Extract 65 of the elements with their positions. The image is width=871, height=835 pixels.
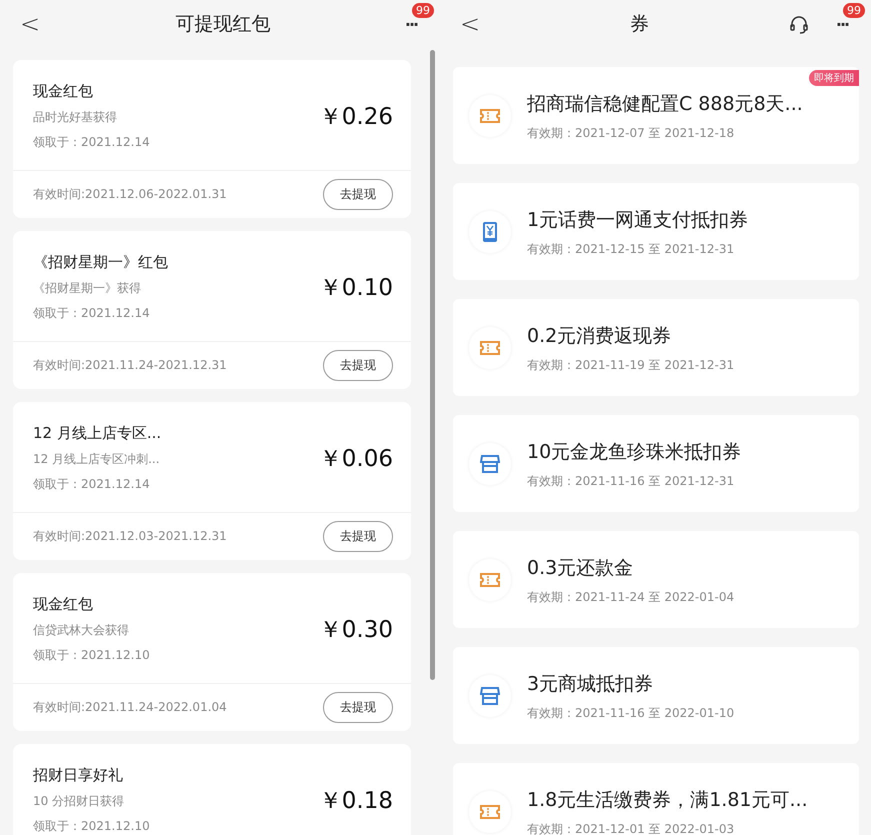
page-title: 可提现红包 bbox=[174, 12, 272, 37]
notification-badge: 99 bbox=[412, 3, 434, 18]
coupon-card[interactable]: 1.8元生活缴费券，满1.81元可... 有效期：2021-12-01 至 2022-01-03 bbox=[453, 763, 859, 835]
packet-name: 招财日享好礼 bbox=[33, 766, 124, 785]
scrollbar-thumb[interactable] bbox=[430, 50, 434, 680]
received-date: 领取于：2021.12.14 bbox=[33, 476, 151, 493]
validity-period: 有效期：2021-12-15 至 2021-12-31 bbox=[527, 241, 736, 258]
ticket-icon bbox=[480, 108, 500, 124]
validity-period: 有效时间:2021.12.06-2022.01.31 bbox=[33, 186, 227, 203]
validity-period: 有效期：2021-11-16 至 2021-12-31 bbox=[527, 473, 736, 490]
coupon-name: 招商瑞信稳健配置C 888元8天... bbox=[527, 92, 803, 117]
page-title: 券 bbox=[629, 12, 650, 37]
back-button[interactable]: < bbox=[460, 10, 490, 38]
coupon-name: 0.3元还款金 bbox=[527, 556, 634, 581]
coupon-card[interactable]: 3元商城抵扣券 有效期：2021-11-16 至 2022-01-10 bbox=[453, 647, 859, 744]
packet-amount: ￥0.18 bbox=[318, 787, 393, 816]
back-button[interactable]: < bbox=[20, 10, 50, 38]
packet-source: 10 分招财日获得 bbox=[33, 793, 126, 810]
received-date: 领取于：2021.12.14 bbox=[33, 134, 151, 151]
validity-period: 有效时间:2021.11.24-2021.12.31 bbox=[33, 357, 227, 374]
packet-name: 现金红包 bbox=[33, 595, 94, 614]
withdraw-button[interactable]: 去提现 bbox=[323, 179, 393, 210]
coupon-name: 1.8元生活缴费券，满1.81元可... bbox=[527, 788, 808, 813]
headset-icon[interactable] bbox=[789, 14, 809, 34]
expiring-tag: 即将到期 bbox=[809, 70, 859, 86]
coupon-name: 10元金龙鱼珍珠米抵扣券 bbox=[527, 440, 742, 465]
withdraw-button[interactable]: 去提现 bbox=[323, 350, 393, 381]
store-icon bbox=[480, 454, 500, 472]
packet-name: 现金红包 bbox=[33, 82, 94, 101]
coupon-name: 3元商城抵扣券 bbox=[527, 672, 654, 697]
packet-source: 12 月线上店专区冲刺... bbox=[33, 451, 161, 468]
store-icon bbox=[480, 686, 500, 704]
coupon-card[interactable]: 0.3元还款金 有效期：2021-11-24 至 2022-01-04 bbox=[453, 531, 859, 628]
withdraw-button[interactable]: 去提现 bbox=[323, 692, 393, 723]
coupon-card[interactable]: 1元话费一网通支付抵扣券 有效期：2021-12-15 至 2021-12-31 bbox=[453, 183, 859, 280]
received-date: 领取于：2021.12.10 bbox=[33, 647, 151, 664]
received-date: 领取于：2021.12.14 bbox=[33, 305, 151, 322]
coupon-name: 0.2元消费返现券 bbox=[527, 324, 672, 349]
ticket-icon bbox=[480, 340, 500, 356]
packet-name: 12 月线上店专区... bbox=[33, 424, 162, 443]
coupon-card[interactable]: 0.2元消费返现券 有效期：2021-11-19 至 2021-12-31 bbox=[453, 299, 859, 396]
packet-source: 信贷武林大会获得 bbox=[33, 622, 130, 639]
validity-period: 有效期：2021-12-07 至 2021-12-18 bbox=[527, 125, 736, 142]
packet-name: 《招财星期一》红包 bbox=[33, 253, 169, 272]
validity-period: 有效时间:2021.12.03-2021.12.31 bbox=[33, 528, 227, 545]
packet-source: 《招财星期一》获得 bbox=[33, 280, 142, 297]
packet-amount: ￥0.06 bbox=[318, 445, 393, 474]
coupon-name: 1元话费一网通支付抵扣券 bbox=[527, 208, 748, 233]
packet-source: 品时光好基获得 bbox=[33, 109, 118, 126]
validity-period: 有效期：2021-12-01 至 2022-01-03 bbox=[527, 821, 736, 835]
packet-amount: ￥0.26 bbox=[318, 103, 393, 132]
validity-period: 有效期：2021-11-16 至 2022-01-10 bbox=[527, 705, 734, 722]
packet-amount: ￥0.30 bbox=[318, 616, 393, 645]
received-date: 领取于：2021.12.10 bbox=[33, 818, 151, 835]
withdraw-button[interactable]: 去提现 bbox=[323, 521, 393, 552]
notification-badge: 99 bbox=[843, 3, 865, 18]
coupon-card[interactable]: 即将到期 招商瑞信稳健配置C 888元8天... 有效期：2021-12-07 至 2021-12-18 bbox=[453, 67, 859, 164]
validity-period: 有效期：2021-11-19 至 2021-12-31 bbox=[527, 357, 734, 374]
ticket-icon bbox=[480, 804, 500, 820]
coupon-card[interactable]: 10元金龙鱼珍珠米抵扣券 有效期：2021-11-16 至 2021-12-31 bbox=[453, 415, 859, 512]
ticket-icon bbox=[480, 572, 500, 588]
validity-period: 有效时间:2021.11.24-2022.01.04 bbox=[33, 699, 227, 716]
packet-amount: ￥0.10 bbox=[318, 274, 393, 303]
validity-period: 有效期：2021-11-24 至 2022-01-04 bbox=[527, 589, 734, 606]
phone-icon bbox=[482, 220, 498, 242]
